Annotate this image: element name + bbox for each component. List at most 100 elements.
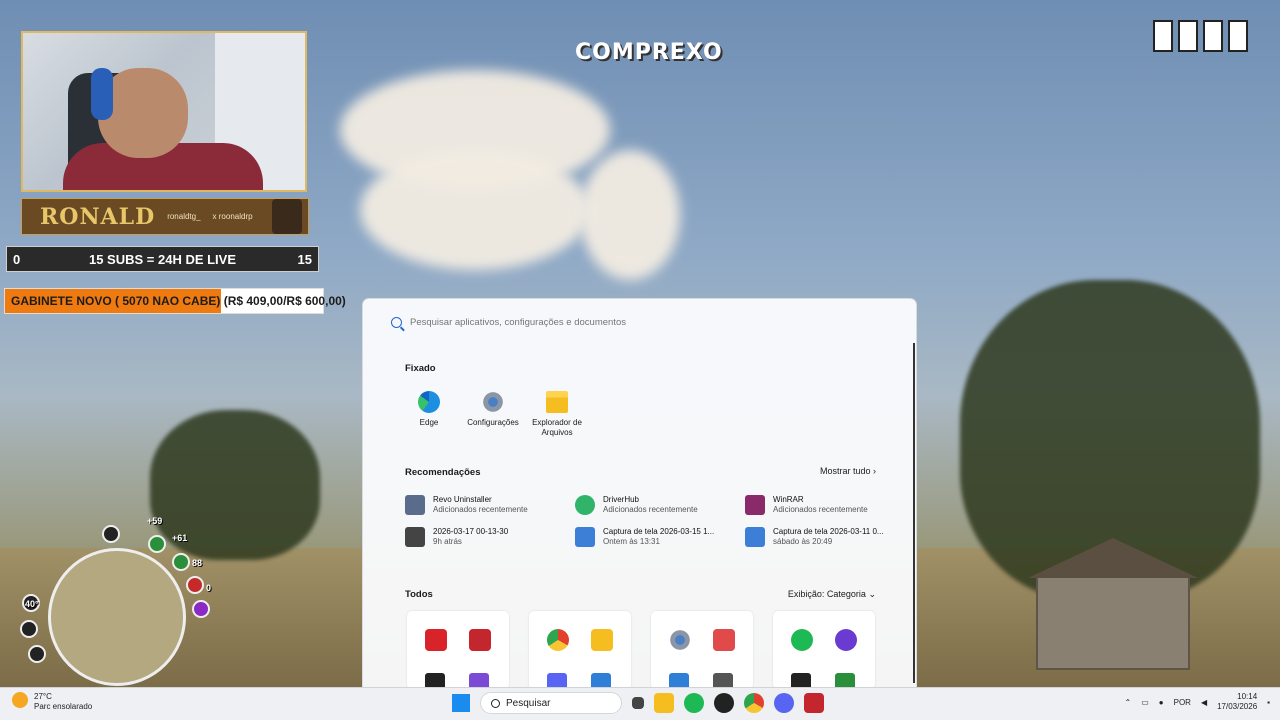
app-icon[interactable] — [804, 693, 824, 713]
start-search-input[interactable] — [410, 316, 880, 328]
rec-title: Captura de tela 2026-03-15 1... — [603, 527, 715, 536]
goal-end: 15 — [297, 251, 312, 267]
weather-temp: 27°C — [34, 692, 52, 701]
cowboy-avatar — [272, 199, 302, 234]
recommendation-item[interactable]: WinRAR Adicionados recentemente — [745, 495, 895, 515]
social-handle: ronaldtg_ — [167, 212, 201, 221]
clock[interactable]: 10:14 17/03/2026 — [1217, 692, 1257, 712]
app-category-tile[interactable] — [407, 611, 509, 689]
top-right-boxes — [1153, 20, 1248, 52]
hud-icon — [148, 535, 166, 553]
rec-sub: 9h atrás — [433, 537, 462, 546]
rec-title: Revo Uninstaller — [433, 495, 492, 504]
spotify-icon — [791, 629, 813, 651]
weather-desc: Parc ensolarado — [34, 702, 93, 711]
app-category-grid — [407, 611, 875, 689]
hud-icon — [28, 645, 46, 663]
hud-value: 40° — [25, 599, 39, 609]
app-category-tile[interactable] — [529, 611, 631, 689]
language-indicator[interactable]: POR — [1174, 698, 1191, 707]
cloud — [360, 150, 590, 270]
start-menu: Fixado Edge Configurações Explorador de … — [362, 298, 917, 689]
volume-icon[interactable]: ◀ — [1201, 698, 1207, 707]
gear-icon — [669, 629, 691, 651]
recommendation-item[interactable]: Captura de tela 2026-03-11 0... sábado às… — [745, 527, 895, 547]
winrar-icon — [745, 495, 765, 515]
recommendations-heading: Recomendações — [405, 467, 481, 478]
acrobat-icon — [425, 629, 447, 651]
pinned-app-file-explorer[interactable]: Explorador de Arquivos — [526, 391, 588, 438]
social-handle: x roonaldrp — [212, 212, 253, 221]
discord-icon[interactable] — [774, 693, 794, 713]
hud-icon — [186, 576, 204, 594]
driverhub-icon — [575, 495, 595, 515]
notification-icon[interactable]: ▪ — [1267, 698, 1270, 707]
chevron-right-icon: › — [873, 466, 876, 476]
recommendations-list: Revo Uninstaller Adicionados recentemente… — [405, 495, 895, 547]
chevron-up-icon[interactable]: ⌃ — [1125, 698, 1132, 707]
streamer-name: RONALD — [40, 203, 156, 230]
rec-sub: sábado às 20:49 — [773, 537, 833, 546]
weather-widget[interactable]: 27°C Parc ensolarado — [12, 692, 92, 712]
show-all-button[interactable]: Mostrar tudo › — [820, 466, 876, 476]
microphone-icon[interactable]: ● — [1159, 698, 1164, 707]
show-all-label: Mostrar tudo — [819, 466, 871, 476]
hud-icon — [192, 600, 210, 618]
app-category-tile[interactable] — [773, 611, 875, 689]
chrome-icon[interactable] — [744, 693, 764, 713]
office-icon — [469, 629, 491, 651]
rec-title: WinRAR — [773, 495, 804, 504]
view-category-dropdown[interactable]: Exibição: Categoria ⌄ — [788, 589, 876, 600]
pinned-app-label: Configurações — [467, 418, 519, 427]
hud-icon — [20, 620, 38, 638]
chevron-down-icon: ⌄ — [868, 589, 876, 599]
system-tray: ⌃ ▭ ● POR ◀ 10:14 17/03/2026 ▪ — [1125, 692, 1271, 712]
rec-title: 2026-03-17 00-13-30 — [433, 527, 509, 536]
image-file-icon — [745, 527, 765, 547]
snipping-tool-icon — [713, 629, 735, 651]
hud-icon — [172, 553, 190, 571]
goal-text: 15 SUBS = 24H DE LIVE — [88, 251, 237, 267]
donation-goal-bar: GABINETE NOVO ( 5070 NAO CABE) (R$ 409,0… — [4, 288, 346, 314]
brand-logo: COMPREXO — [575, 40, 723, 65]
recommendation-item[interactable]: DriverHub Adicionados recentemente — [575, 495, 745, 515]
video-file-icon — [405, 527, 425, 547]
windows-start-button[interactable] — [452, 694, 470, 712]
app-category-tile[interactable] — [651, 611, 753, 689]
pinned-app-label: Edge — [419, 418, 439, 427]
app-icon[interactable] — [714, 693, 734, 713]
minimap — [48, 548, 186, 686]
hud-value: 0 — [206, 583, 212, 593]
taskbar-search[interactable]: Pesquisar — [480, 692, 622, 714]
sun-icon — [12, 692, 28, 708]
house — [1028, 538, 1198, 670]
network-icon[interactable]: ▭ — [1141, 698, 1149, 707]
hud-value: +59 — [147, 516, 163, 526]
scrollbar[interactable] — [913, 343, 915, 683]
recommendation-item[interactable]: Captura de tela 2026-03-15 1... Ontem às … — [575, 527, 745, 547]
media-player-icon — [835, 629, 857, 651]
pinned-app-edge[interactable]: Edge — [398, 391, 460, 438]
rec-sub: Adicionados recentemente — [603, 505, 698, 514]
view-label: Exibição: Categoria — [787, 589, 866, 599]
taskbar-search-label: Pesquisar — [506, 697, 551, 709]
recommendation-item[interactable]: Revo Uninstaller Adicionados recentemente — [405, 495, 575, 515]
all-apps-heading: Todos — [405, 589, 433, 600]
hud-icon — [102, 525, 120, 543]
rec-title: Captura de tela 2026-03-11 0... — [773, 527, 884, 536]
sub-goal-bar: 0 15 SUBS = 24H DE LIVE 15 — [6, 246, 319, 272]
task-view-icon[interactable] — [632, 697, 644, 709]
pinned-apps: Edge Configurações Explorador de Arquivo… — [398, 391, 588, 438]
image-file-icon — [575, 527, 595, 547]
rec-sub: Adicionados recentemente — [433, 505, 528, 514]
recommendation-item[interactable]: 2026-03-17 00-13-30 9h atrás — [405, 527, 575, 547]
spotify-icon[interactable] — [684, 693, 704, 713]
folder-icon[interactable] — [654, 693, 674, 713]
donation-text: GABINETE NOVO ( 5070 NAO CABE) (R$ 409,0… — [11, 294, 346, 308]
pinned-app-settings[interactable]: Configurações — [462, 391, 524, 438]
taskbar-apps: Pesquisar — [452, 692, 824, 714]
clock-time: 10:14 — [1237, 692, 1258, 701]
start-search — [391, 311, 886, 333]
hud-value: 88 — [192, 558, 203, 568]
rec-sub: Adicionados recentemente — [773, 505, 868, 514]
